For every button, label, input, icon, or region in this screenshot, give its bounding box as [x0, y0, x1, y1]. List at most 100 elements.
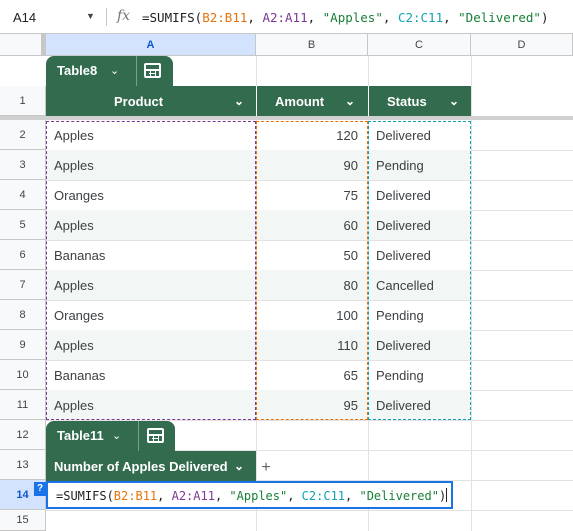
row-header-6[interactable]: 6 — [0, 240, 46, 270]
formula-token: A2:A11 — [171, 489, 215, 503]
row-header-5[interactable]: 5 — [0, 210, 46, 240]
table-chip-table11[interactable]: Table11 ⌄ — [46, 421, 175, 451]
header-amount: Amount — [275, 94, 325, 109]
header-status: Status — [387, 94, 427, 109]
cell-status[interactable]: Pending — [376, 308, 424, 323]
cell-editor-formula[interactable]: =SUMIFS(B2:B11, A2:A11, "Apples", C2:C11… — [56, 488, 448, 503]
table-row: Apples 110 Delivered — [46, 330, 471, 360]
chevron-down-icon[interactable]: ⌄ — [234, 459, 244, 473]
formula-token: B2:B11 — [113, 489, 158, 503]
cell-product[interactable]: Oranges — [54, 308, 104, 323]
select-all-corner[interactable] — [0, 34, 46, 56]
cell-product[interactable]: Apples — [54, 338, 94, 353]
table-row: Apples 95 Delivered — [46, 390, 471, 420]
cell-amount[interactable]: 120 — [336, 128, 358, 143]
cell-product[interactable]: Apples — [54, 218, 94, 233]
cell-status[interactable]: Pending — [376, 158, 424, 173]
text-cursor — [446, 488, 448, 502]
cell-status[interactable]: Pending — [376, 368, 424, 383]
cell-product[interactable]: Apples — [54, 278, 94, 293]
table-row: Bananas 65 Pending — [46, 360, 471, 390]
chevron-down-icon[interactable]: ⌄ — [449, 94, 459, 108]
table-row: Bananas 50 Delivered — [46, 240, 471, 270]
row-header-9[interactable]: 9 — [0, 330, 46, 360]
row-header-3[interactable]: 3 — [0, 150, 46, 180]
row-header-13[interactable]: 13 — [0, 450, 46, 480]
row-header-11[interactable]: 11 — [0, 390, 46, 420]
cell-product[interactable]: Apples — [54, 158, 94, 173]
row-header-2[interactable]: 2 — [0, 120, 46, 150]
cell-status[interactable]: Delivered — [376, 218, 431, 233]
row-header-8[interactable]: 8 — [0, 300, 46, 330]
formula-token: , — [157, 489, 172, 503]
cell-amount[interactable]: 110 — [337, 338, 358, 353]
header-apples-delivered: Number of Apples Delivered — [54, 459, 228, 474]
chevron-down-icon[interactable]: ⌄ — [234, 94, 244, 108]
table-row: Oranges 75 Delivered — [46, 180, 471, 210]
divider — [138, 421, 139, 451]
cell-amount[interactable]: 75 — [344, 188, 358, 203]
cell-editor-a14[interactable]: =SUMIFS(B2:B11, A2:A11, "Apples", C2:C11… — [46, 481, 453, 509]
cell-status[interactable]: Delivered — [376, 398, 431, 413]
cell-status[interactable]: Delivered — [376, 248, 431, 263]
column-header-a[interactable]: A — [46, 34, 256, 56]
formula-token: A2:A11 — [262, 10, 308, 25]
formula-token: ) — [540, 10, 549, 25]
cell-product[interactable]: Apples — [54, 128, 94, 143]
name-box[interactable]: A14 ▼ — [0, 0, 106, 34]
chevron-down-icon[interactable]: ⌄ — [112, 429, 121, 442]
table-row: Apples 90 Pending — [46, 150, 471, 180]
header-product: Product — [114, 94, 164, 109]
freeze-handle[interactable] — [41, 34, 45, 56]
divider — [256, 86, 257, 116]
gridline — [471, 56, 472, 531]
table-icon[interactable] — [144, 63, 161, 78]
table-header-row: Number of Apples Delivered ⌄ — [46, 451, 256, 481]
formula-token: , — [247, 10, 263, 25]
formula-token: C2:C11 — [397, 10, 444, 25]
table-chip-table8[interactable]: Table8 ⌄ — [46, 56, 173, 86]
cell-status[interactable]: Delivered — [376, 188, 431, 203]
row-header-4[interactable]: 4 — [0, 180, 46, 210]
cell-product[interactable]: Bananas — [54, 248, 105, 263]
formula-token: , — [443, 10, 459, 25]
table-icon[interactable] — [147, 428, 164, 443]
caret-down-icon[interactable]: ▼ — [86, 11, 95, 21]
formula-token: , — [307, 10, 323, 25]
fx-icon: fx — [117, 8, 131, 24]
cell-status[interactable]: Delivered — [376, 338, 431, 353]
cell-amount[interactable]: 65 — [344, 368, 358, 383]
row-header-1[interactable]: 1 — [0, 86, 46, 116]
formula-token: B2:B11 — [202, 10, 248, 25]
cell-amount[interactable]: 95 — [344, 398, 358, 413]
row-header-15[interactable]: 15 — [0, 510, 46, 531]
cell-product[interactable]: Apples — [54, 398, 94, 413]
formula-help-icon[interactable]: ? — [34, 482, 46, 496]
formula-token: =SUMIFS( — [142, 10, 203, 25]
table-name: Table8 — [57, 63, 98, 78]
cell-amount[interactable]: 90 — [344, 158, 358, 173]
column-header-b[interactable]: B — [256, 34, 368, 56]
cell-status[interactable]: Delivered — [376, 128, 431, 143]
chevron-down-icon[interactable]: ⌄ — [345, 94, 355, 108]
table-row: Apples 80 Cancelled — [46, 270, 471, 300]
column-header-c[interactable]: C — [368, 34, 471, 56]
formula-bar: A14 ▼ fx =SUMIFS(B2:B11, A2:A11, "Apples… — [0, 0, 573, 34]
row-header-10[interactable]: 10 — [0, 360, 46, 390]
cell-amount[interactable]: 80 — [344, 278, 358, 293]
add-column-icon[interactable]: + — [258, 460, 274, 476]
table-name: Table11 — [57, 428, 104, 443]
row-header-12[interactable]: 12 — [0, 420, 46, 450]
row-header-7[interactable]: 7 — [0, 270, 46, 300]
cell-product[interactable]: Bananas — [54, 368, 105, 383]
cell-amount[interactable]: 60 — [344, 218, 358, 233]
table-row: Apples 60 Delivered — [46, 210, 471, 240]
column-header-d[interactable]: D — [471, 34, 573, 56]
chevron-down-icon[interactable]: ⌄ — [110, 64, 119, 77]
cell-status[interactable]: Cancelled — [376, 278, 434, 293]
formula-token: , — [214, 489, 230, 503]
cell-amount[interactable]: 50 — [344, 248, 358, 263]
formula-input[interactable]: =SUMIFS(B2:B11, A2:A11, "Apples", C2:C11… — [142, 10, 548, 25]
cell-amount[interactable]: 100 — [336, 308, 358, 323]
cell-product[interactable]: Oranges — [54, 188, 104, 203]
